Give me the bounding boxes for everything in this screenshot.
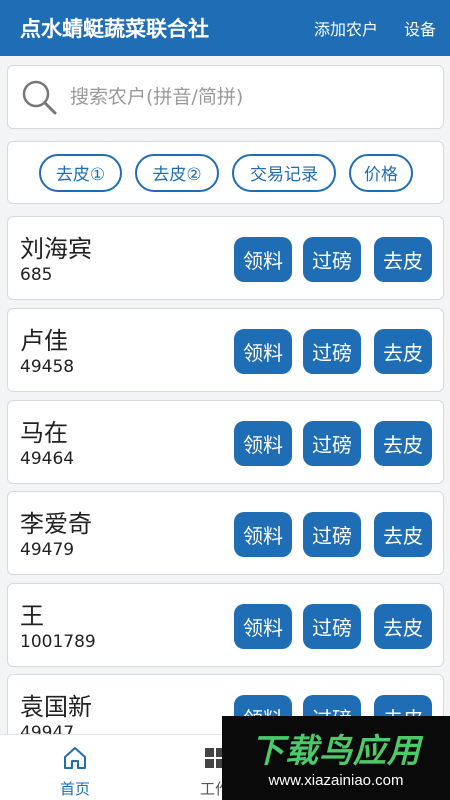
farmer-id: 49464 (20, 449, 75, 469)
farmer-name: 马在 (20, 419, 68, 447)
weigh-button[interactable]: 过磅 (303, 237, 361, 282)
farmer-list: 刘海宾 685 领料 过磅 去皮 卢佳 49458 领料 过磅 去皮 马在 49… (7, 216, 444, 734)
weigh-button[interactable]: 过磅 (303, 329, 361, 374)
weigh-button[interactable]: 过磅 (303, 421, 361, 466)
tare-button[interactable]: 去皮 (374, 512, 432, 557)
farmer-name: 李爱奇 (20, 510, 92, 538)
device-button[interactable]: 设备 (404, 16, 436, 40)
search-bar[interactable] (7, 65, 444, 129)
farmer-name: 刘海宾 (20, 235, 92, 263)
tab-home[interactable]: 首页 (0, 735, 150, 800)
add-farmer-button[interactable]: 添加农户 (314, 16, 378, 40)
tare-button[interactable]: 去皮 (374, 329, 432, 374)
farmer-id: 49458 (20, 357, 75, 377)
transaction-records-chip[interactable]: 交易记录 (232, 153, 336, 192)
tare-1-chip[interactable]: 去皮① (39, 153, 122, 192)
tab-home-label: 首页 (59, 780, 90, 798)
search-icon (22, 80, 57, 115)
watermark-brand: 下载鸟应用 (251, 731, 421, 770)
collect-material-button[interactable]: 领料 (234, 421, 292, 466)
farmer-id: 49479 (20, 540, 75, 560)
collect-material-button[interactable]: 领料 (234, 604, 292, 649)
farmer-card: 李爱奇 49479 领料 过磅 去皮 (7, 491, 444, 575)
tare-2-chip[interactable]: 去皮② (135, 153, 219, 192)
tare-button[interactable]: 去皮 (374, 421, 432, 466)
farmer-name: 卢佳 (20, 327, 68, 355)
farmer-name: 王 (20, 602, 44, 630)
farmer-id: 49947 (20, 723, 75, 734)
farmer-card: 刘海宾 685 领料 过磅 去皮 (7, 216, 444, 300)
farmer-card: 王 1001789 领料 过磅 去皮 (7, 583, 444, 667)
weigh-button[interactable]: 过磅 (303, 512, 361, 557)
price-chip[interactable]: 价格 (349, 153, 413, 192)
collect-material-button[interactable]: 领料 (234, 329, 292, 374)
tare-button[interactable]: 去皮 (374, 604, 432, 649)
farmer-name: 袁国新 (20, 693, 92, 721)
farmer-id: 1001789 (20, 632, 96, 652)
page-title: 点水蜻蜓蔬菜联合社 (20, 17, 209, 41)
watermark-url: www.xiazainiao.com (268, 772, 404, 789)
watermark-logo: 下载鸟应用 www.xiazainiao.com (222, 716, 450, 800)
weigh-button[interactable]: 过磅 (303, 604, 361, 649)
collect-material-button[interactable]: 领料 (234, 512, 292, 557)
home-icon (64, 747, 86, 769)
farmer-id: 685 (20, 265, 53, 285)
farmer-card: 马在 49464 领料 过磅 去皮 (7, 400, 444, 484)
farmer-card: 卢佳 49458 领料 过磅 去皮 (7, 308, 444, 392)
filter-bar: 去皮① 去皮② 交易记录 价格 (7, 141, 444, 204)
tare-button[interactable]: 去皮 (374, 237, 432, 282)
collect-material-button[interactable]: 领料 (234, 237, 292, 282)
app-header: 点水蜻蜓蔬菜联合社 添加农户 设备 (0, 0, 450, 56)
search-input[interactable] (70, 86, 410, 108)
